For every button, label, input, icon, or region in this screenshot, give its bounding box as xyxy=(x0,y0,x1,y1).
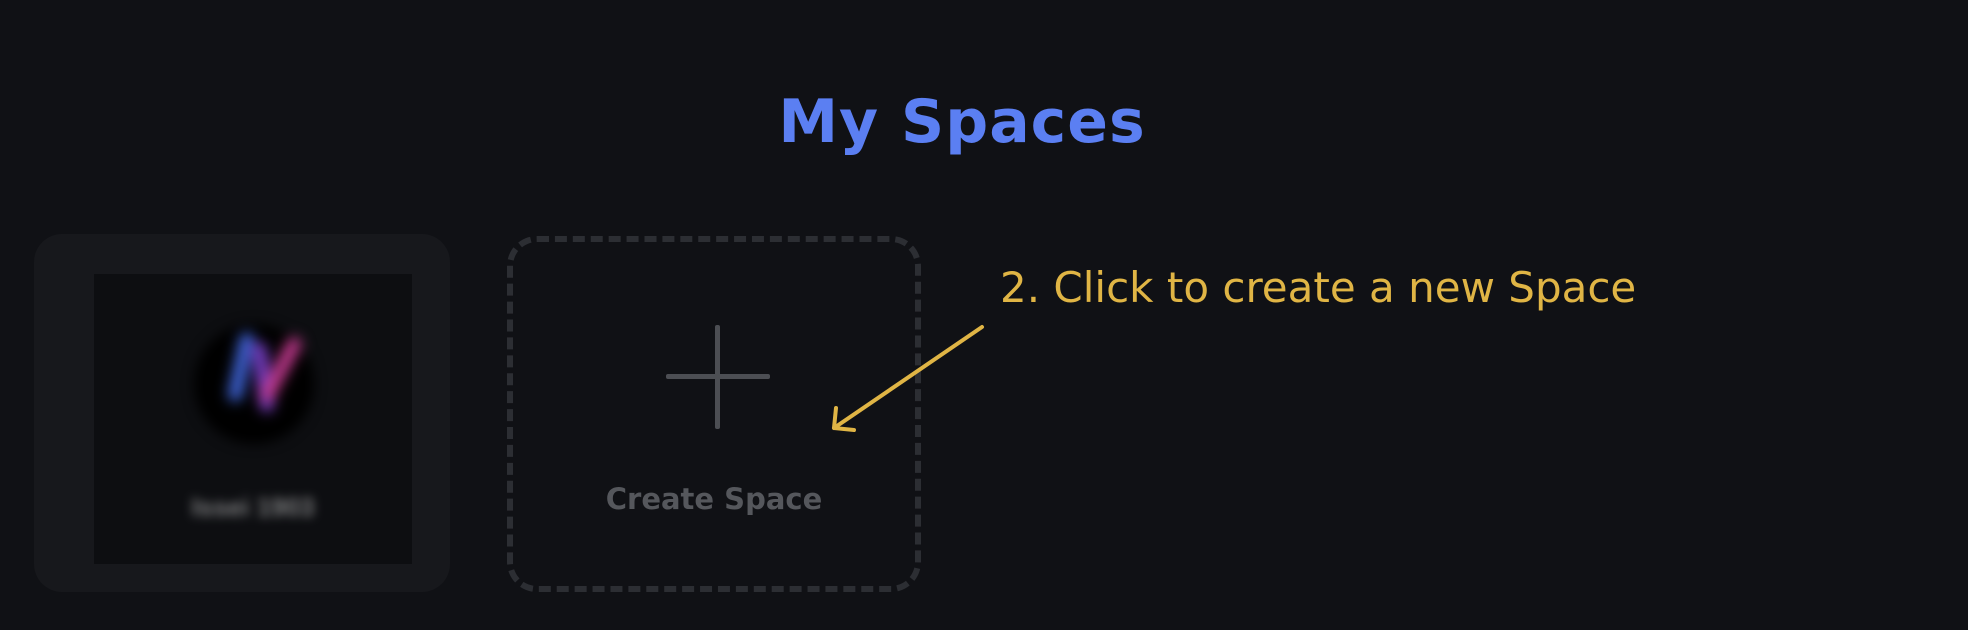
space-card[interactable]: Issei 1903 xyxy=(34,234,450,592)
thumbnail-stroke xyxy=(226,331,256,403)
annotation-text: 2. Click to create a new Space xyxy=(1000,263,1637,312)
space-name: Issei 1903 xyxy=(191,492,315,522)
arrow-icon xyxy=(832,325,984,432)
page: My Spaces Issei 1903 Create Space 2. Cli… xyxy=(0,0,1968,630)
space-thumbnail xyxy=(194,324,314,444)
space-card-preview[interactable]: Issei 1903 xyxy=(94,274,412,564)
plus-icon xyxy=(666,325,770,429)
create-space-label: Create Space xyxy=(605,482,823,516)
page-title: My Spaces xyxy=(778,87,1146,157)
plus-icon-vertical xyxy=(715,325,720,429)
